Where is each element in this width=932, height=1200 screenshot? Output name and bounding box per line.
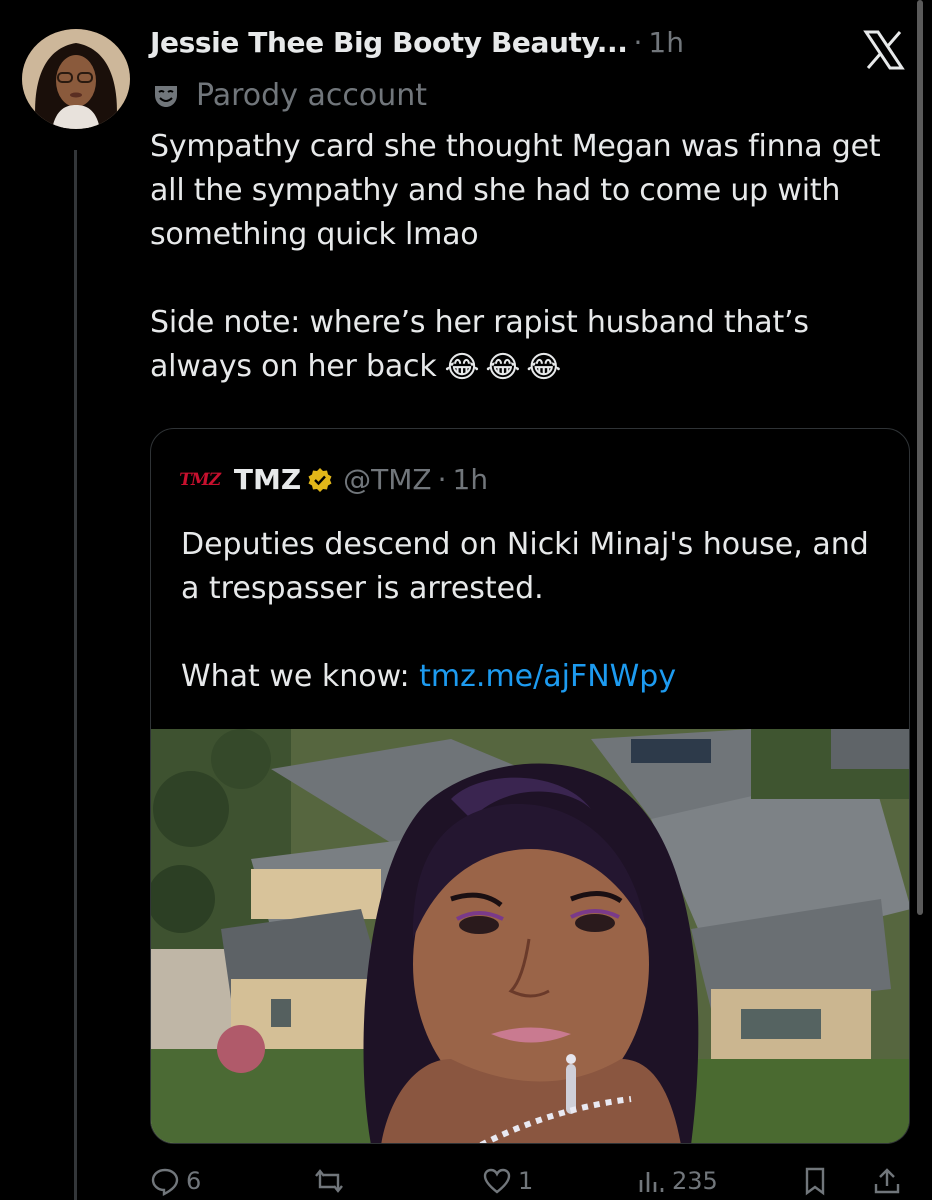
views-count: 235 bbox=[672, 1167, 718, 1195]
laughing-emoji: 😂 bbox=[526, 349, 562, 385]
share-icon bbox=[874, 1168, 900, 1194]
like-button[interactable]: 1 bbox=[482, 1166, 533, 1196]
scrollbar[interactable] bbox=[917, 0, 923, 915]
quoted-text-body: Deputies descend on Nicki Minaj's house,… bbox=[181, 527, 879, 606]
emoji-group: 😂 😂 😂 bbox=[445, 346, 562, 390]
quoted-tweet[interactable]: TMZ TMZ @TMZ · 1h Deputies descend on Ni… bbox=[150, 428, 910, 1144]
display-name[interactable]: Jessie Thee Big Booty Beauty... bbox=[150, 26, 628, 59]
avatar[interactable] bbox=[22, 29, 130, 129]
quoted-tweet-text: Deputies descend on Nicki Minaj's house,… bbox=[181, 523, 881, 699]
quoted-tweet-image[interactable] bbox=[151, 729, 909, 1143]
reply-button[interactable]: 6 bbox=[150, 1166, 201, 1196]
parody-account-label: Parody account bbox=[152, 78, 427, 113]
x-logo-icon bbox=[862, 28, 906, 72]
like-icon bbox=[483, 1168, 511, 1194]
tweet-text: Sympathy card she thought Megan was finn… bbox=[150, 125, 910, 390]
quoted-link[interactable]: tmz.me/ajFNWpy bbox=[419, 659, 676, 694]
quoted-link-prefix: What we know: bbox=[181, 659, 420, 694]
share-button[interactable] bbox=[872, 1166, 908, 1196]
quoted-display-name[interactable]: TMZ bbox=[234, 463, 301, 496]
quoted-handle[interactable]: @TMZ bbox=[343, 463, 431, 496]
laughing-emoji: 😂 bbox=[444, 349, 480, 385]
header-separator: · bbox=[633, 26, 643, 59]
bookmark-button[interactable] bbox=[800, 1166, 836, 1196]
repost-button[interactable] bbox=[314, 1166, 350, 1196]
like-count: 1 bbox=[518, 1167, 534, 1195]
action-bar: 6 1 235 bbox=[150, 1160, 910, 1200]
quoted-tweet-header: TMZ TMZ @TMZ · 1h bbox=[177, 463, 489, 496]
bookmark-icon bbox=[805, 1167, 825, 1196]
tweet[interactable]: Jessie Thee Big Booty Beauty... · 1h Par… bbox=[0, 0, 932, 1200]
reply-icon bbox=[151, 1168, 179, 1196]
timestamp[interactable]: 1h bbox=[648, 26, 684, 59]
views-button[interactable]: 235 bbox=[636, 1166, 718, 1196]
tweet-text-paragraph-1: Sympathy card she thought Megan was finn… bbox=[150, 129, 890, 252]
tmz-avatar-logo[interactable]: TMZ bbox=[177, 470, 221, 490]
parody-mask-icon bbox=[155, 85, 177, 107]
tweet-header: Jessie Thee Big Booty Beauty... · 1h bbox=[150, 26, 684, 66]
verified-badge-icon[interactable] bbox=[307, 467, 333, 493]
reply-count: 6 bbox=[186, 1167, 202, 1195]
parody-label-text: Parody account bbox=[196, 78, 428, 113]
quoted-separator: · bbox=[437, 463, 447, 496]
laughing-emoji: 😂 bbox=[485, 349, 521, 385]
thread-line bbox=[74, 150, 77, 1200]
repost-icon bbox=[315, 1169, 343, 1193]
views-icon bbox=[639, 1172, 664, 1192]
quoted-timestamp[interactable]: 1h bbox=[453, 463, 489, 496]
